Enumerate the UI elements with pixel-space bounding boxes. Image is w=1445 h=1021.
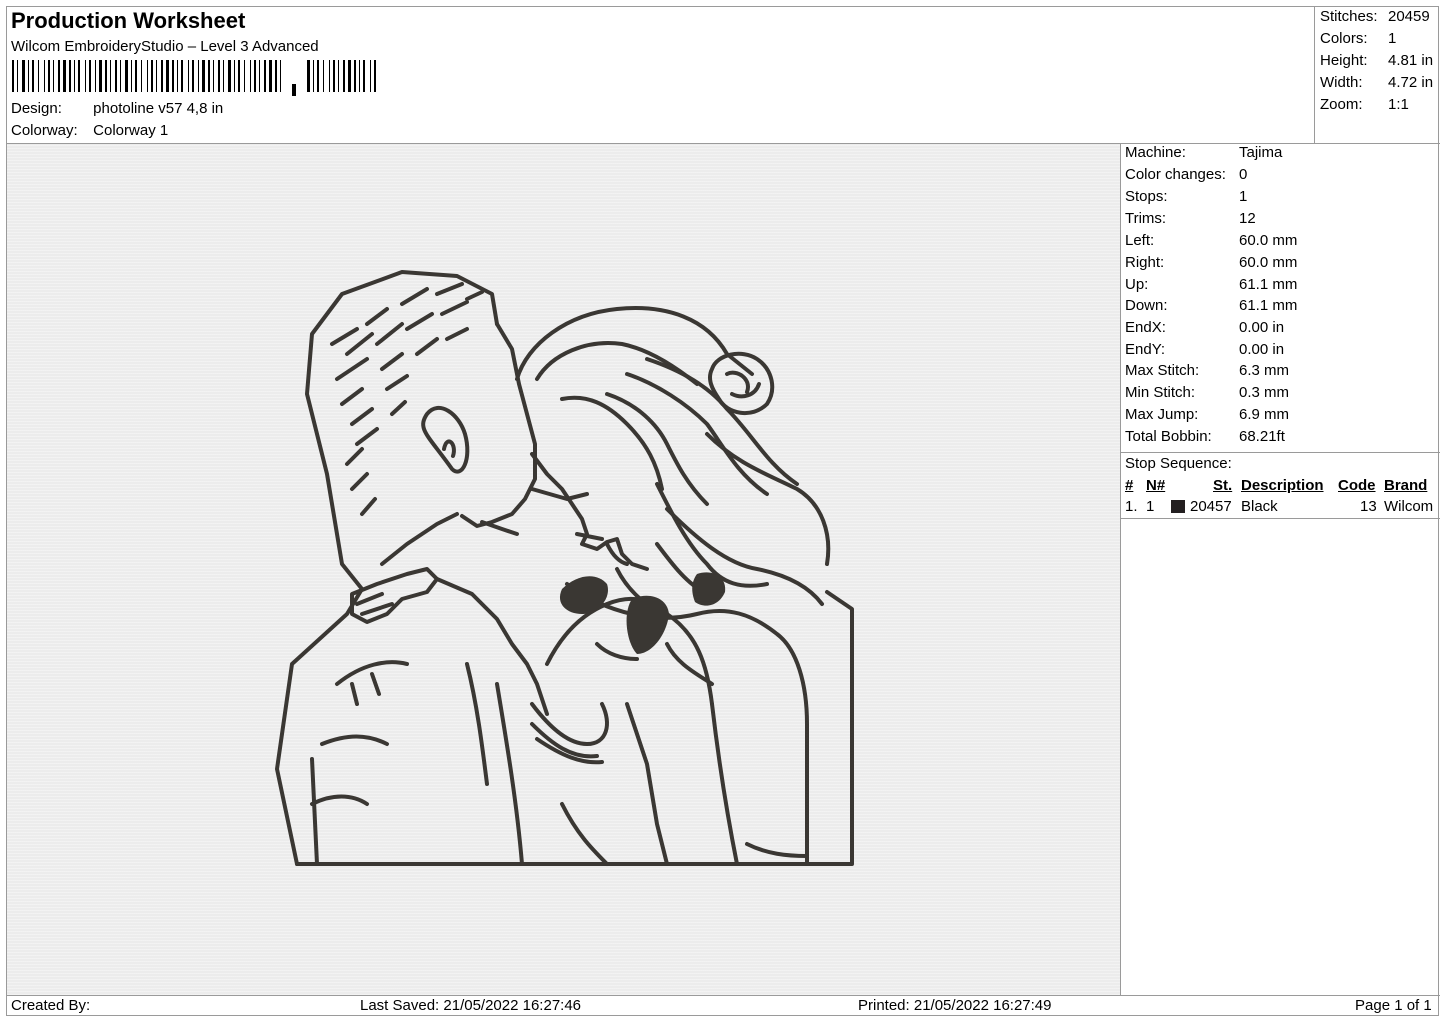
- width-label: Width:: [1320, 74, 1363, 91]
- worksheet-title: Production Worksheet: [11, 8, 246, 33]
- total-bobbin-label: Total Bobbin:: [1125, 428, 1212, 445]
- stops-row: Stops: 1: [1125, 188, 1247, 205]
- stop-row-needle: 1: [1146, 498, 1155, 515]
- min-stitch-row: Min Stitch: 0.3 mm: [1125, 384, 1289, 401]
- endy-row: EndY: 0.00 in: [1125, 341, 1284, 358]
- divider: [1121, 518, 1440, 519]
- max-jump-row: Max Jump: 6.9 mm: [1125, 406, 1289, 423]
- color-changes-row: Color changes: 0: [1125, 166, 1247, 183]
- left-label: Left:: [1125, 232, 1155, 249]
- right-label: Right:: [1125, 254, 1165, 271]
- down-value: 61.1 mm: [1239, 297, 1298, 314]
- color-swatch: [1171, 500, 1185, 513]
- page-number: Page 1 of 1: [1355, 997, 1432, 1014]
- machine-label: Machine:: [1125, 144, 1186, 161]
- color-changes-label: Color changes:: [1125, 166, 1226, 183]
- column-header-num: #: [1125, 477, 1134, 494]
- worksheet-header: Production Worksheet Wilcom EmbroiderySt…: [7, 7, 1314, 143]
- stitches-value: 20459: [1388, 8, 1430, 25]
- stop-row-description: Black: [1241, 498, 1278, 515]
- max-stitch-label: Max Stitch:: [1125, 362, 1200, 379]
- column-header-code: Code: [1338, 477, 1376, 494]
- created-by: Created By:: [11, 997, 91, 1014]
- stop-row-code: 13: [1360, 498, 1377, 515]
- height-row: Height: 4.81 in: [1320, 52, 1433, 69]
- stop-row-brand: Wilcom: [1384, 498, 1434, 515]
- trims-row: Trims: 12: [1125, 210, 1256, 227]
- design-row: Design: photoline v57 4,8 in: [11, 100, 223, 117]
- max-stitch-value: 6.3 mm: [1239, 362, 1290, 379]
- down-row: Down: 61.1 mm: [1125, 297, 1297, 314]
- machine-value: Tajima: [1239, 144, 1283, 161]
- column-header-stitches: St.: [1213, 477, 1233, 494]
- width-value: 4.72 in: [1388, 74, 1434, 91]
- stitches-label: Stitches:: [1320, 8, 1378, 25]
- column-header-needle: N#: [1146, 477, 1166, 494]
- colorway-value: Colorway 1: [93, 122, 169, 139]
- last-saved: Last Saved: 21/05/2022 16:27:46: [360, 997, 582, 1014]
- design-value: photoline v57 4,8 in: [93, 100, 224, 117]
- colors-value: 1: [1388, 30, 1397, 47]
- height-label: Height:: [1320, 52, 1368, 69]
- endy-value: 0.00 in: [1239, 341, 1285, 358]
- properties-panel: Machine: Tajima Color changes: 0 Stops: 1 T…: [1120, 144, 1440, 995]
- height-value: 4.81 in: [1388, 52, 1434, 69]
- endx-value: 0.00 in: [1239, 319, 1285, 336]
- endy-label: EndY:: [1125, 341, 1166, 358]
- stops-label: Stops:: [1125, 188, 1168, 205]
- down-label: Down:: [1125, 297, 1168, 314]
- min-stitch-label: Min Stitch:: [1125, 384, 1196, 401]
- endx-label: EndX:: [1125, 319, 1166, 336]
- zoom-value: 1:1: [1388, 96, 1409, 113]
- up-label: Up:: [1125, 276, 1149, 293]
- left-value: 60.0 mm: [1239, 232, 1298, 249]
- machine-row: Machine: Tajima: [1125, 144, 1282, 161]
- endx-row: EndX: 0.00 in: [1125, 319, 1284, 336]
- design-label: Design:: [11, 100, 62, 117]
- colors-row: Colors: 1: [1320, 30, 1396, 47]
- design-canvas: [7, 144, 1120, 995]
- stops-value: 1: [1239, 188, 1248, 205]
- printed-date: Printed: 21/05/2022 16:27:49: [858, 997, 1052, 1014]
- color-changes-value: 0: [1239, 166, 1248, 183]
- colorway-label: Colorway:: [11, 122, 78, 139]
- trims-label: Trims:: [1125, 210, 1167, 227]
- zoom-row: Zoom: 1:1: [1320, 96, 1409, 113]
- right-row: Right: 60.0 mm: [1125, 254, 1297, 271]
- left-row: Left: 60.0 mm: [1125, 232, 1297, 249]
- total-bobbin-row: Total Bobbin: 68.21ft: [1125, 428, 1285, 445]
- up-row: Up: 61.1 mm: [1125, 276, 1297, 293]
- min-stitch-value: 0.3 mm: [1239, 384, 1290, 401]
- right-value: 60.0 mm: [1239, 254, 1298, 271]
- summary-box: Stitches: 20459 Colors: 1 Height: 4.81 in W…: [1314, 7, 1440, 143]
- width-row: Width: 4.72 in: [1320, 74, 1433, 91]
- software-name: Wilcom EmbroideryStudio – Level 3 Advanc…: [11, 38, 319, 55]
- zoom-label: Zoom:: [1320, 96, 1363, 113]
- barcode-icon: [12, 60, 376, 96]
- stop-row-num: 1.: [1125, 498, 1138, 515]
- total-bobbin-value: 68.21ft: [1239, 428, 1285, 445]
- max-stitch-row: Max Stitch: 6.3 mm: [1125, 362, 1289, 379]
- max-jump-value: 6.9 mm: [1239, 406, 1290, 423]
- colorway-row: Colorway: Colorway 1: [11, 122, 168, 139]
- stop-sequence-title: Stop Sequence:: [1125, 455, 1232, 472]
- max-jump-label: Max Jump:: [1125, 406, 1199, 423]
- divider: [1121, 452, 1440, 453]
- up-value: 61.1 mm: [1239, 276, 1298, 293]
- embroidery-design-illustration: [275, 270, 854, 866]
- trims-value: 12: [1239, 210, 1256, 227]
- stop-row-stitches: 20457: [1190, 498, 1232, 515]
- column-header-brand: Brand: [1384, 477, 1428, 494]
- stitches-row: Stitches: 20459: [1320, 8, 1430, 25]
- colors-label: Colors:: [1320, 30, 1368, 47]
- production-worksheet: Production Worksheet Wilcom EmbroiderySt…: [6, 6, 1440, 1017]
- worksheet-footer: Created By: Last Saved: 21/05/2022 16:27…: [7, 996, 1440, 1017]
- column-header-description: Description: [1241, 477, 1324, 494]
